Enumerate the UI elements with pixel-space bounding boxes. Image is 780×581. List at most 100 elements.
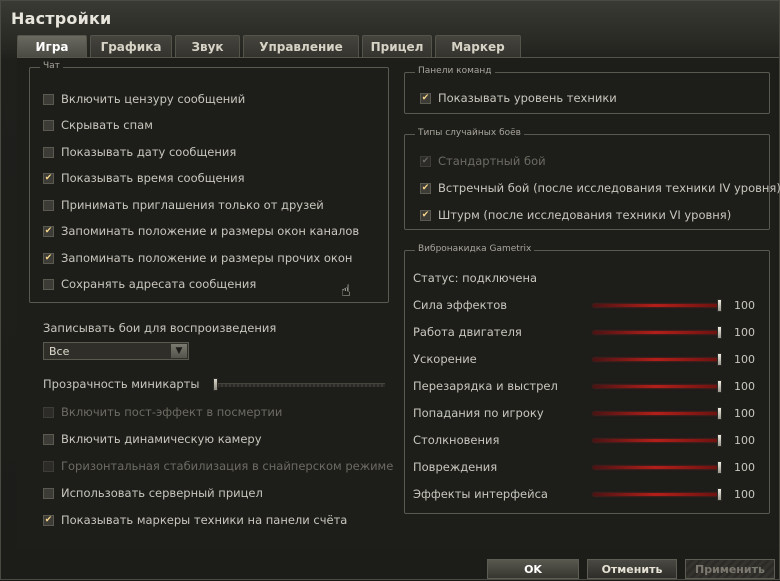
gametrix-slider-track[interactable] xyxy=(593,385,719,388)
dynamic-camera-label: Включить динамическую камеру xyxy=(61,432,262,446)
server-sight-checkbox[interactable] xyxy=(43,487,54,499)
vehicle-tier-label: Показывать уровень техники xyxy=(438,91,617,105)
gametrix-slider-thumb[interactable] xyxy=(717,461,722,474)
postfx-option: Включить пост-эффект в посмертии xyxy=(43,405,282,419)
chat-windows-option[interactable]: ✔ Запоминать положение и размеры прочих … xyxy=(43,251,352,265)
gametrix-slider-thumb[interactable] xyxy=(717,353,722,366)
assault-option[interactable]: ✔ Штурм (после исследования техники VI у… xyxy=(420,208,731,222)
gametrix-slider-value: 100 xyxy=(734,461,755,474)
sniper-stabilization-option: Горизонтальная стабилизация в снайперско… xyxy=(43,459,393,473)
dynamic-camera-option[interactable]: Включить динамическую камеру xyxy=(43,432,262,446)
tab-sight[interactable]: Прицел xyxy=(362,35,432,57)
chat-addressee-option[interactable]: Сохранять адресата сообщения xyxy=(43,277,256,291)
gametrix-slider-value: 100 xyxy=(734,407,755,420)
postfx-label: Включить пост-эффект в посмертии xyxy=(61,405,283,419)
chat-channels-option[interactable]: ✔ Запоминать положение и размеры окон ка… xyxy=(43,224,359,238)
gametrix-slider-track[interactable] xyxy=(593,412,719,415)
tab-graphics[interactable]: Графика xyxy=(90,35,172,57)
standard-battle-checkbox: ✔ xyxy=(420,155,431,167)
minimap-slider-track[interactable] xyxy=(213,383,385,387)
chat-friends-option[interactable]: Принимать приглашения только от друзей xyxy=(43,198,324,212)
chat-date-option[interactable]: Показывать дату сообщения xyxy=(43,145,236,159)
gametrix-slider-thumb[interactable] xyxy=(717,488,722,501)
sniper-stabilization-checkbox xyxy=(43,460,54,472)
encounter-battle-checkbox[interactable]: ✔ xyxy=(420,182,431,194)
chat-channels-checkbox[interactable]: ✔ xyxy=(43,225,54,237)
dynamic-camera-checkbox[interactable] xyxy=(43,433,54,445)
tab-game[interactable]: Игра xyxy=(17,35,87,57)
chat-censor-checkbox[interactable] xyxy=(43,93,54,105)
gametrix-slider-value: 100 xyxy=(734,434,755,447)
score-markers-option[interactable]: ✔ Показывать маркеры техники на панели с… xyxy=(43,513,347,527)
gametrix-slider-value: 100 xyxy=(734,299,755,312)
encounter-battle-option[interactable]: ✔ Встречный бой (после исследования техн… xyxy=(420,181,780,195)
score-markers-label: Показывать маркеры техники на панели счё… xyxy=(61,513,348,527)
apply-button[interactable]: Применить xyxy=(685,559,775,579)
gametrix-slider-label: Повреждения xyxy=(413,460,498,474)
assault-label: Штурм (после исследования техники VI уро… xyxy=(438,208,732,222)
gametrix-slider-label: Работа двигателя xyxy=(413,325,522,339)
battle-types-legend: Типы случайных боёв xyxy=(415,128,524,138)
standard-battle-option: ✔ Стандартный бой xyxy=(420,154,546,168)
assault-checkbox[interactable]: ✔ xyxy=(420,209,431,221)
chat-censor-label: Включить цензуру сообщений xyxy=(61,92,246,106)
gametrix-legend: Вибронакидка Gametrix xyxy=(415,244,535,254)
postfx-checkbox xyxy=(43,406,54,418)
cancel-button[interactable]: Отменить xyxy=(587,559,677,579)
gametrix-status: Статус: подключена xyxy=(413,271,538,285)
score-markers-checkbox[interactable]: ✔ xyxy=(43,514,54,526)
gametrix-slider-thumb[interactable] xyxy=(717,380,722,393)
chat-friends-checkbox[interactable] xyxy=(43,199,54,211)
gametrix-slider-label: Эффекты интерфейса xyxy=(413,487,548,501)
chat-spam-option[interactable]: Скрывать спам xyxy=(43,118,153,132)
server-sight-label: Использовать серверный прицел xyxy=(61,486,263,500)
chevron-down-icon[interactable]: ▼ xyxy=(171,344,187,358)
gametrix-slider-thumb[interactable] xyxy=(717,299,722,312)
vehicle-tier-option[interactable]: ✔ Показывать уровень техники xyxy=(420,91,617,105)
gametrix-slider-thumb[interactable] xyxy=(717,326,722,339)
team-panels-legend: Панели команд xyxy=(415,66,495,76)
chat-addressee-label: Сохранять адресата сообщения xyxy=(61,277,257,291)
record-select[interactable]: Все ▼ xyxy=(43,342,189,360)
gametrix-slider-track[interactable] xyxy=(593,304,719,307)
chat-windows-checkbox[interactable]: ✔ xyxy=(43,252,54,264)
chat-addressee-checkbox[interactable] xyxy=(43,278,54,290)
chat-legend: Чат xyxy=(40,61,63,71)
encounter-battle-label: Встречный бой (после исследования техник… xyxy=(438,181,780,195)
gametrix-slider-thumb[interactable] xyxy=(717,407,722,420)
record-select-value: Все xyxy=(49,344,70,358)
gametrix-slider-value: 100 xyxy=(734,326,755,339)
minimap-slider-thumb[interactable] xyxy=(213,378,218,391)
server-sight-option[interactable]: Использовать серверный прицел xyxy=(43,486,263,500)
gametrix-slider-label: Попадания по игроку xyxy=(413,406,544,420)
chat-time-option[interactable]: ✔ Показывать время сообщения xyxy=(43,171,245,185)
gametrix-slider-value: 100 xyxy=(734,380,755,393)
chat-friends-label: Принимать приглашения только от друзей xyxy=(61,198,324,212)
gametrix-slider-track[interactable] xyxy=(593,493,719,496)
gametrix-slider-track[interactable] xyxy=(593,358,719,361)
minimap-label: Прозрачность миникарты xyxy=(43,377,200,391)
chat-time-label: Показывать время сообщения xyxy=(61,171,245,185)
record-label: Записывать бои для воспроизведения xyxy=(43,321,277,335)
tab-content: Чат Включить цензуру сообщений Скрывать … xyxy=(17,57,780,549)
vehicle-tier-checkbox[interactable]: ✔ xyxy=(420,92,431,104)
gametrix-slider-label: Сила эффектов xyxy=(413,298,508,312)
gametrix-slider-thumb[interactable] xyxy=(717,434,722,447)
ok-button[interactable]: OK xyxy=(487,559,579,579)
gametrix-slider-label: Столкновения xyxy=(413,433,500,447)
tab-controls[interactable]: Управление xyxy=(243,35,359,57)
gametrix-slider-label: Перезарядка и выстрел xyxy=(413,379,558,393)
gametrix-slider-label: Ускорение xyxy=(413,352,477,366)
chat-censor-option[interactable]: Включить цензуру сообщений xyxy=(43,92,245,106)
tab-sound[interactable]: Звук xyxy=(175,35,240,57)
chat-time-checkbox[interactable]: ✔ xyxy=(43,172,54,184)
gametrix-slider-track[interactable] xyxy=(593,439,719,442)
tab-bar: Игра Графика Звук Управление Прицел Марк… xyxy=(17,35,524,57)
chat-spam-checkbox[interactable] xyxy=(43,119,54,131)
sniper-stabilization-label: Горизонтальная стабилизация в снайперско… xyxy=(61,459,394,473)
chat-date-checkbox[interactable] xyxy=(43,146,54,158)
gametrix-slider-track[interactable] xyxy=(593,331,719,334)
standard-battle-label: Стандартный бой xyxy=(438,154,546,168)
tab-marker[interactable]: Маркер xyxy=(435,35,521,57)
gametrix-slider-track[interactable] xyxy=(593,466,719,469)
